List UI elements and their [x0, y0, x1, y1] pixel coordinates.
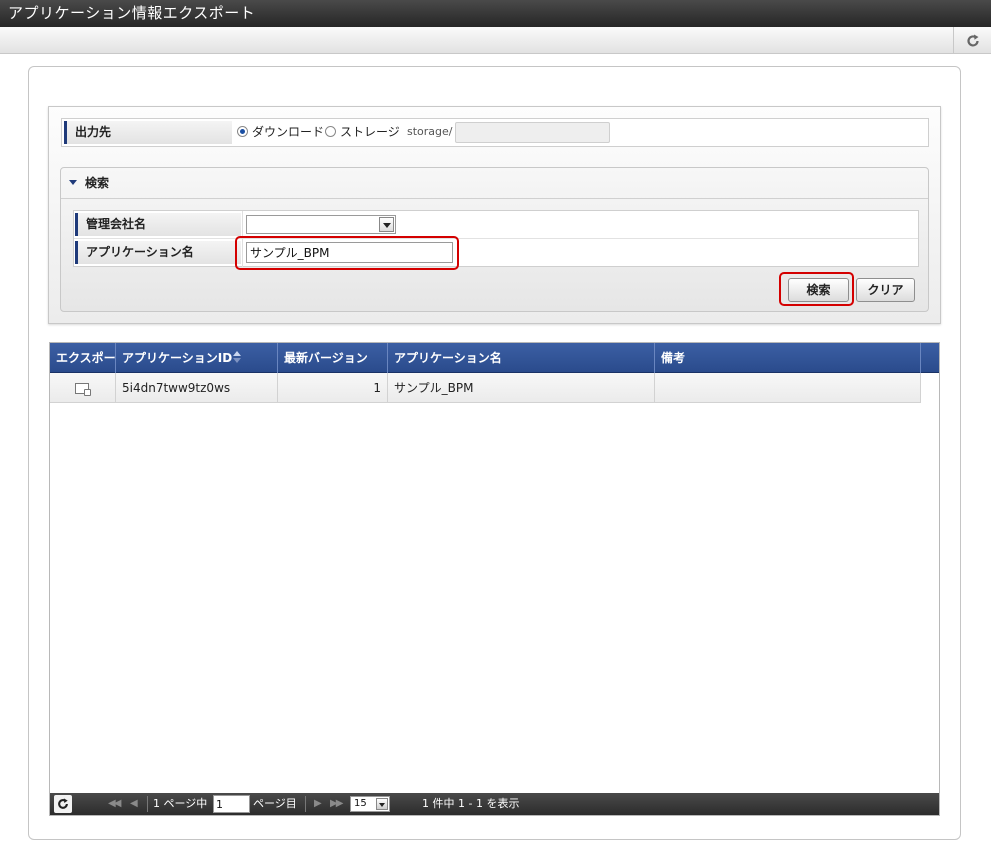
window-title: アプリケーション情報エクスポート — [0, 0, 991, 27]
sort-icon[interactable] — [233, 351, 242, 365]
last-page-icon[interactable]: ▶▶ — [330, 797, 343, 811]
output-destination-row: 出力先 ダウンロード ストレージ storage/ — [61, 118, 929, 147]
col-application-name[interactable]: アプリケーション名 — [388, 343, 655, 373]
search-criteria-table: 管理会社名 アプリケーション名 — [73, 210, 919, 267]
version-cell: 1 — [278, 373, 388, 403]
collapse-triangle-icon[interactable] — [69, 180, 77, 185]
radio-storage-label: ストレージ — [340, 125, 400, 139]
col-export[interactable]: エクスポート — [50, 343, 116, 373]
grid-header: エクスポート アプリケーションID 最新バージョン アプリケーション名 備考 — [50, 343, 939, 373]
highlight-search-button — [779, 272, 854, 306]
note-cell — [655, 373, 921, 403]
radio-unchecked-icon — [325, 126, 336, 137]
table-row[interactable]: 5i4dn7tww9tz0ws 1 サンプル_BPM — [50, 373, 921, 403]
page-suffix: ページ目 — [253, 797, 297, 810]
refresh-icon — [966, 34, 979, 47]
results-grid: エクスポート アプリケーションID 最新バージョン アプリケーション名 備考 5… — [49, 342, 940, 816]
criteria-row-company: 管理会社名 — [74, 211, 918, 239]
radio-checked-icon — [237, 126, 248, 137]
page-prefix: 1 ページ中 — [153, 797, 208, 810]
col-latest-version[interactable]: 最新バージョン — [278, 343, 388, 373]
page-size-select[interactable]: 15 — [350, 796, 390, 812]
first-page-icon[interactable]: ◀◀ — [108, 797, 121, 811]
clear-button[interactable]: クリア — [856, 278, 915, 302]
dropdown-arrow-icon[interactable] — [379, 217, 394, 232]
radio-download[interactable]: ダウンロード — [237, 124, 324, 140]
search-header-label: 検索 — [85, 176, 110, 190]
search-header[interactable]: 検索 — [61, 168, 928, 199]
export-icon[interactable] — [75, 383, 91, 396]
radio-download-label: ダウンロード — [252, 125, 325, 139]
col-note[interactable]: 備考 — [655, 343, 921, 373]
criteria-row-application: アプリケーション名 — [74, 239, 918, 267]
col-application-id[interactable]: アプリケーションID — [116, 343, 278, 373]
application-name-cell: サンプル_BPM — [388, 373, 655, 403]
radio-storage[interactable]: ストレージ — [325, 124, 400, 140]
dropdown-arrow-icon[interactable] — [376, 798, 388, 810]
storage-prefix: storage/ — [407, 125, 453, 138]
page-number-input[interactable] — [213, 795, 250, 813]
toolbar-refresh-button[interactable] — [953, 27, 991, 54]
prev-page-icon[interactable]: ◀ — [130, 797, 138, 811]
output-destination-label: 出力先 — [64, 121, 232, 144]
page-size-value: 15 — [354, 798, 367, 809]
storage-path-input[interactable] — [455, 122, 610, 143]
pager-summary: 1 件中 1 - 1 を表示 — [422, 797, 520, 810]
toolbar — [0, 27, 991, 54]
export-cell — [50, 373, 116, 403]
application-name-label: アプリケーション名 — [75, 241, 241, 264]
pager: ◀◀ ◀ 1 ページ中 ページ目 ▶ ▶▶ 15 1 件中 1 - 1 を表示 — [50, 793, 939, 815]
pager-refresh-button[interactable] — [54, 795, 72, 813]
next-page-icon[interactable]: ▶ — [314, 797, 322, 811]
company-name-label: 管理会社名 — [75, 213, 241, 236]
col-application-id-label: アプリケーションID — [122, 351, 233, 365]
refresh-icon — [58, 798, 68, 809]
highlight-application-name — [235, 236, 459, 270]
application-id-cell: 5i4dn7tww9tz0ws — [116, 373, 278, 403]
company-name-select[interactable] — [246, 215, 396, 234]
